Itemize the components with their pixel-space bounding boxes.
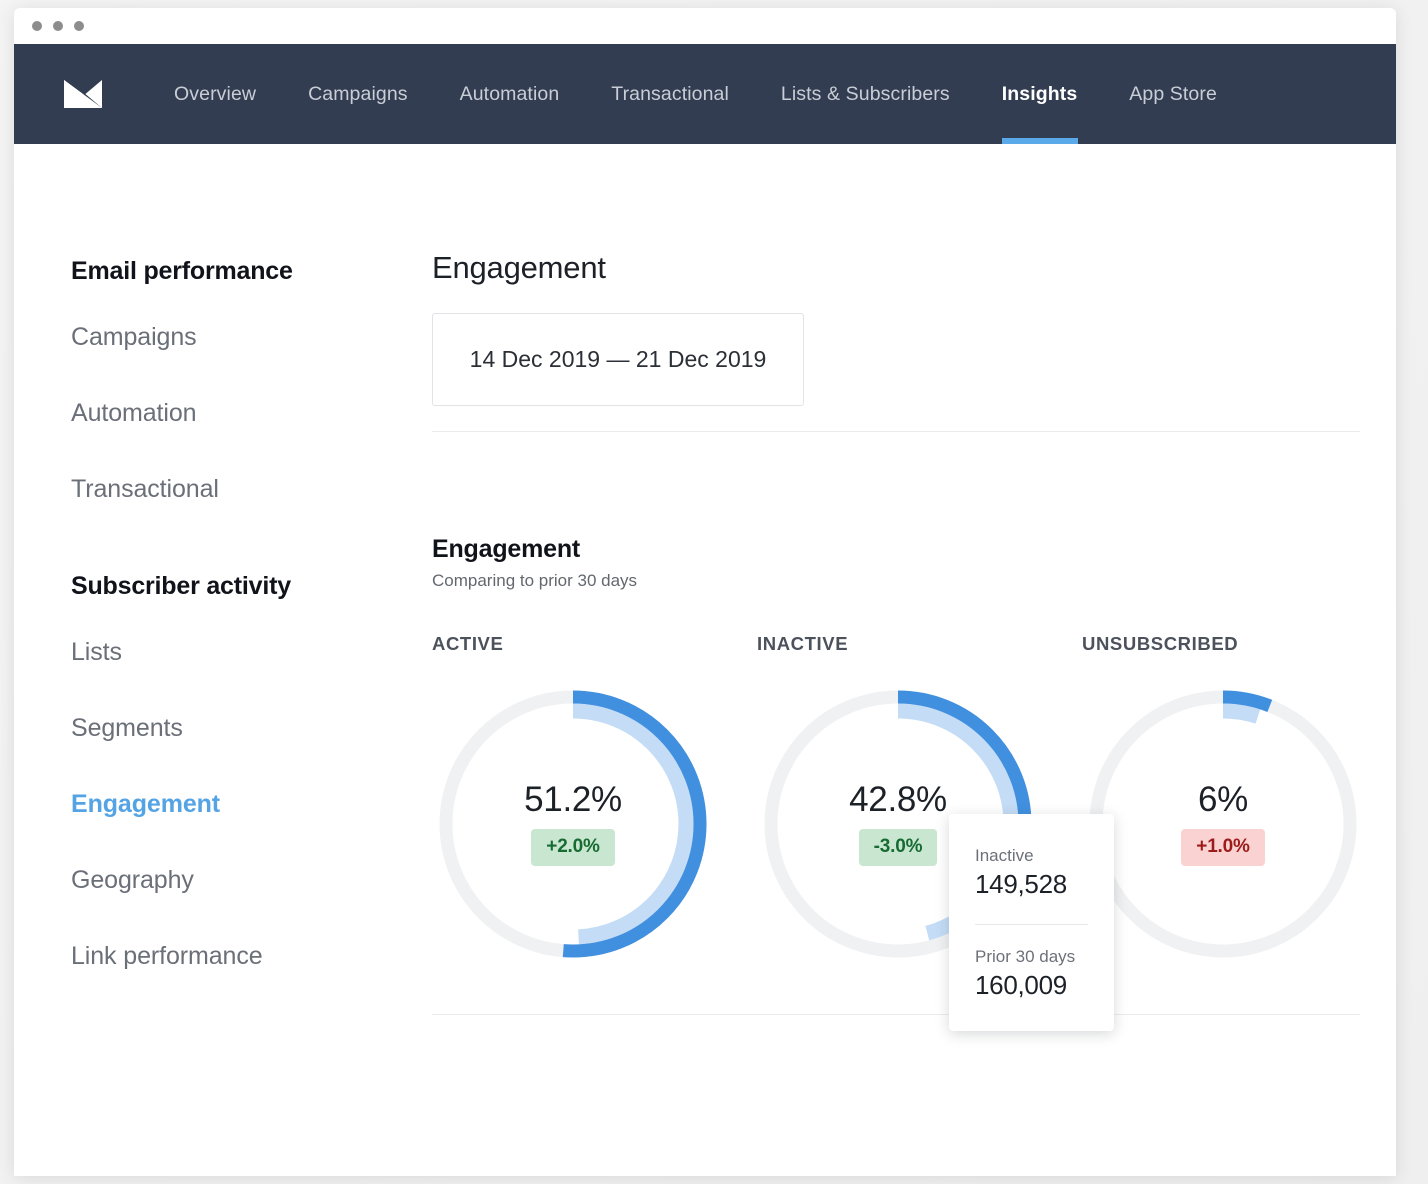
donut-label: UNSUBSCRIBED — [1082, 633, 1396, 655]
page-root: Overview Campaigns Automation Transactio… — [0, 0, 1428, 1184]
window-titlebar — [14, 8, 1396, 44]
donut-delta-badge: +2.0% — [531, 829, 614, 866]
nav-item-label: App Store — [1129, 83, 1217, 106]
donut-chart-active[interactable]: 51.2% +2.0% — [432, 683, 714, 965]
sidebar-item-automation[interactable]: Automation — [71, 399, 432, 428]
nav-item-campaigns[interactable]: Campaigns — [282, 44, 434, 144]
tooltip-divider — [975, 924, 1088, 925]
donut-center-unsubscribed: 6% +1.0% — [1082, 683, 1364, 965]
nav-item-label: Insights — [1002, 83, 1078, 106]
main-column: Engagement 14 Dec 2019 — 21 Dec 2019 Eng… — [432, 144, 1396, 1176]
donut-chart-row: ACTIVE 51.2% +2.0% — [432, 633, 1396, 965]
sidebar-item-engagement[interactable]: Engagement — [71, 790, 432, 819]
sidebar-heading-email-performance: Email performance — [71, 257, 432, 286]
section-bottom-divider — [432, 1014, 1360, 1015]
tooltip-label: Inactive — [975, 846, 1088, 866]
nav-item-label: Automation — [460, 83, 560, 106]
nav-item-transactional[interactable]: Transactional — [585, 44, 755, 144]
nav-item-automation[interactable]: Automation — [434, 44, 586, 144]
donut-cell-unsubscribed: UNSUBSCRIBED 6% +1.0% — [1082, 633, 1396, 965]
header-divider — [432, 431, 1360, 432]
sidebar-item-geography[interactable]: Geography — [71, 866, 432, 895]
browser-window: Overview Campaigns Automation Transactio… — [14, 8, 1396, 1176]
donut-tooltip: Inactive 149,528 Prior 30 days 160,009 — [949, 814, 1114, 1031]
nav-item-label: Overview — [174, 83, 256, 106]
date-range-picker[interactable]: 14 Dec 2019 — 21 Dec 2019 — [432, 313, 804, 406]
sidebar-item-segments[interactable]: Segments — [71, 714, 432, 743]
donut-delta-badge: -3.0% — [859, 829, 938, 866]
top-navbar: Overview Campaigns Automation Transactio… — [14, 44, 1396, 144]
nav-item-list: Overview Campaigns Automation Transactio… — [148, 44, 1243, 144]
sidebar: Email performance Campaigns Automation T… — [14, 144, 432, 1176]
donut-chart-unsubscribed[interactable]: 6% +1.0% — [1082, 683, 1364, 965]
donut-center-active: 51.2% +2.0% — [432, 683, 714, 965]
section-subtitle: Comparing to prior 30 days — [432, 571, 1396, 591]
nav-item-label: Lists & Subscribers — [781, 83, 950, 106]
tooltip-prior-value: 160,009 — [975, 970, 1088, 1001]
donut-value: 42.8% — [849, 782, 947, 819]
donut-value: 51.2% — [524, 782, 622, 819]
nav-item-app-store[interactable]: App Store — [1103, 44, 1243, 144]
nav-item-overview[interactable]: Overview — [148, 44, 282, 144]
window-dot-maximize-icon[interactable] — [74, 21, 84, 31]
engagement-section: Engagement Comparing to prior 30 days AC… — [432, 535, 1396, 1015]
window-dot-close-icon[interactable] — [32, 21, 42, 31]
page-title: Engagement — [432, 250, 1396, 286]
donut-value: 6% — [1198, 782, 1248, 819]
page-content: Email performance Campaigns Automation T… — [14, 144, 1396, 1176]
section-title: Engagement — [432, 535, 1396, 564]
window-dot-minimize-icon[interactable] — [53, 21, 63, 31]
donut-label: ACTIVE — [432, 633, 757, 655]
sidebar-item-lists[interactable]: Lists — [71, 638, 432, 667]
nav-item-lists-subscribers[interactable]: Lists & Subscribers — [755, 44, 976, 144]
donut-delta-badge: +1.0% — [1181, 829, 1264, 866]
sidebar-item-transactional[interactable]: Transactional — [71, 475, 432, 504]
sidebar-heading-subscriber-activity: Subscriber activity — [71, 572, 432, 601]
envelope-logo-icon[interactable] — [62, 73, 104, 115]
sidebar-item-link-performance[interactable]: Link performance — [71, 942, 432, 971]
donut-label: INACTIVE — [757, 633, 1082, 655]
date-range-value: 14 Dec 2019 — 21 Dec 2019 — [470, 346, 767, 373]
tooltip-prior-label: Prior 30 days — [975, 947, 1088, 967]
nav-item-insights[interactable]: Insights — [976, 44, 1104, 144]
tooltip-value: 149,528 — [975, 869, 1088, 900]
donut-cell-active: ACTIVE 51.2% +2.0% — [432, 633, 757, 965]
nav-item-label: Campaigns — [308, 83, 408, 106]
sidebar-item-campaigns[interactable]: Campaigns — [71, 323, 432, 352]
sidebar-divider — [71, 551, 432, 572]
nav-item-label: Transactional — [611, 83, 729, 106]
